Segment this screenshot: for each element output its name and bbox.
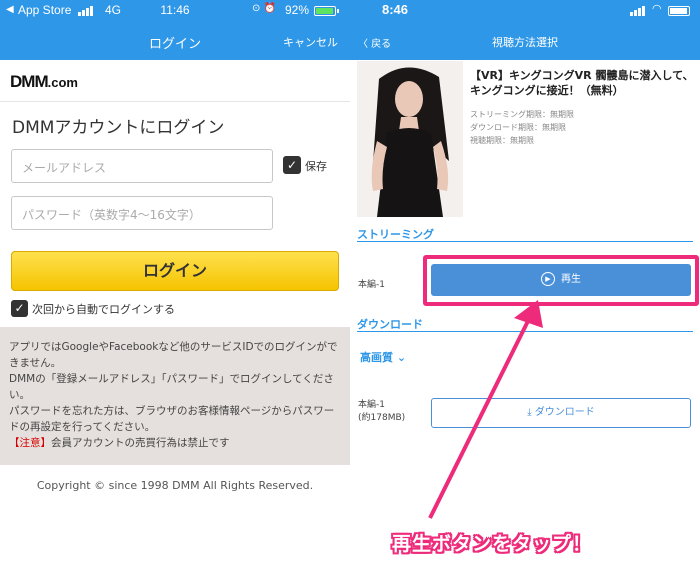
annotation-arrow (428, 300, 543, 519)
annotation-callout: 再生ボタンをタップ！ (392, 533, 593, 555)
